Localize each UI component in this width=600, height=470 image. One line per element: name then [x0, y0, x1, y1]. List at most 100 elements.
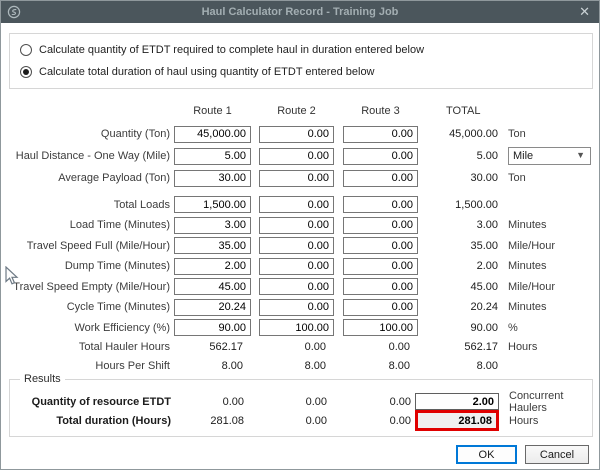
quantity-result-input[interactable] [415, 393, 499, 410]
result-row: Total duration (Hours) 281.08 0.00 0.00 … [2, 411, 600, 430]
route1-input[interactable] [174, 237, 251, 254]
row-label: Travel Speed Full (Mile/Hour) [1, 236, 173, 257]
route2-value: 0.00 [260, 392, 335, 411]
route3-input[interactable] [343, 196, 418, 213]
radio-unchecked-icon[interactable] [20, 44, 32, 56]
row-unit: Hours [508, 338, 593, 357]
route3-input[interactable] [343, 148, 418, 165]
result-unit: Hours [509, 411, 594, 430]
row-total-value: 3.00 [421, 215, 501, 236]
row-total-value: 20.24 [421, 297, 501, 318]
route1-value: 281.08 [175, 411, 252, 430]
route2-input[interactable] [259, 319, 334, 336]
row-unit [508, 357, 593, 376]
row-total-value: 5.00 [421, 145, 501, 167]
column-headers: Route 1 Route 2 Route 3 TOTAL [1, 105, 599, 121]
route1-input[interactable] [174, 170, 251, 187]
cancel-button[interactable]: Cancel [525, 445, 589, 464]
table-row: Dump Time (Minutes) 2.00 Minutes [1, 256, 599, 277]
route2-input[interactable] [259, 278, 334, 295]
radio-checked-icon[interactable] [20, 66, 32, 78]
header-total: TOTAL [446, 105, 506, 117]
row-total-value: 8.00 [421, 357, 501, 376]
dropdown-selected-value: Mile [513, 150, 533, 162]
route1-value: 562.17 [174, 338, 251, 357]
row-unit: Mile/Hour [508, 236, 593, 257]
table-row: Average Payload (Ton) 30.00 Ton [1, 167, 599, 189]
table-row: Load Time (Minutes) 3.00 Minutes [1, 215, 599, 236]
route3-input[interactable] [343, 217, 418, 234]
calculation-mode-group: Calculate quantity of ETDT required to c… [9, 33, 593, 89]
route2-input[interactable] [259, 258, 334, 275]
mode-option-duration[interactable]: Calculate total duration of haul using q… [20, 65, 375, 79]
results-table: Quantity of resource ETDT 0.00 0.00 0.00… [2, 392, 600, 430]
row-label: Total Loads [1, 195, 173, 216]
header-route1: Route 1 [174, 105, 251, 117]
result-row: Quantity of resource ETDT 0.00 0.00 0.00… [2, 392, 600, 411]
route3-input[interactable] [343, 299, 418, 316]
route2-input[interactable] [259, 148, 334, 165]
chevron-down-icon: ▼ [576, 150, 585, 160]
route3-value: 0.00 [344, 392, 419, 411]
route1-input[interactable] [174, 319, 251, 336]
route3-input[interactable] [343, 170, 418, 187]
table-row: Travel Speed Full (Mile/Hour) 35.00 Mile… [1, 236, 599, 257]
close-icon[interactable]: ✕ [579, 1, 590, 23]
route3-input[interactable] [343, 237, 418, 254]
route2-input[interactable] [259, 126, 334, 143]
total-duration-result-field[interactable] [415, 410, 499, 431]
row-label: Work Efficiency (%) [1, 318, 173, 339]
row-label: Load Time (Minutes) [1, 215, 173, 236]
route1-value: 0.00 [175, 392, 252, 411]
result-label: Quantity of resource ETDT [2, 392, 174, 411]
row-label: Cycle Time (Minutes) [1, 297, 173, 318]
header-route2: Route 2 [259, 105, 334, 117]
route1-input[interactable] [174, 299, 251, 316]
row-total-value: 1,500.00 [421, 195, 501, 216]
titlebar: Haul Calculator Record - Training Job ✕ [1, 1, 599, 23]
route1-input[interactable] [174, 126, 251, 143]
haul-calculator-dialog: Haul Calculator Record - Training Job ✕ … [0, 0, 600, 470]
route2-value: 0.00 [260, 411, 335, 430]
route1-input[interactable] [174, 148, 251, 165]
calculation-table: Quantity (Ton) 45,000.00 Ton Haul Distan… [1, 123, 599, 375]
route1-input[interactable] [174, 258, 251, 275]
row-unit: Mile ▼ [508, 145, 593, 167]
row-unit: % [508, 318, 593, 339]
mode-option-label: Calculate total duration of haul using q… [39, 66, 375, 78]
route2-input[interactable] [259, 196, 334, 213]
row-total-value: 30.00 [421, 167, 501, 189]
row-total-value: 562.17 [421, 338, 501, 357]
route3-input[interactable] [343, 258, 418, 275]
row-total-value: 90.00 [421, 318, 501, 339]
table-row: Total Loads 1,500.00 [1, 195, 599, 216]
row-unit: Mile/Hour [508, 277, 593, 298]
route2-input[interactable] [259, 299, 334, 316]
table-row: Travel Speed Empty (Mile/Hour) 45.00 Mil… [1, 277, 599, 298]
route1-input[interactable] [174, 217, 251, 234]
route3-input[interactable] [343, 319, 418, 336]
route1-input[interactable] [174, 196, 251, 213]
route3-input[interactable] [343, 126, 418, 143]
route1-value: 8.00 [174, 357, 251, 376]
route2-input[interactable] [259, 170, 334, 187]
row-unit: Minutes [508, 297, 593, 318]
total-unit-dropdown[interactable]: Mile ▼ [508, 147, 591, 165]
window-title: Haul Calculator Record - Training Job [1, 1, 599, 23]
route2-value: 8.00 [259, 357, 334, 376]
table-row: Hours Per Shift 8.00 8.00 8.00 8.00 [1, 357, 599, 376]
route3-input[interactable] [343, 278, 418, 295]
row-unit: Ton [508, 123, 593, 145]
table-row: Haul Distance - One Way (Mile) 5.00 Mile… [1, 145, 599, 167]
row-label: Quantity (Ton) [1, 123, 173, 145]
route2-input[interactable] [259, 237, 334, 254]
table-row: Quantity (Ton) 45,000.00 Ton [1, 123, 599, 145]
ok-button[interactable]: OK [456, 445, 517, 464]
mode-option-quantity[interactable]: Calculate quantity of ETDT required to c… [20, 43, 424, 57]
route3-value: 0.00 [344, 411, 419, 430]
route2-input[interactable] [259, 217, 334, 234]
header-route3: Route 3 [343, 105, 418, 117]
route1-input[interactable] [174, 278, 251, 295]
row-unit: Minutes [508, 215, 593, 236]
result-label: Total duration (Hours) [2, 411, 174, 430]
